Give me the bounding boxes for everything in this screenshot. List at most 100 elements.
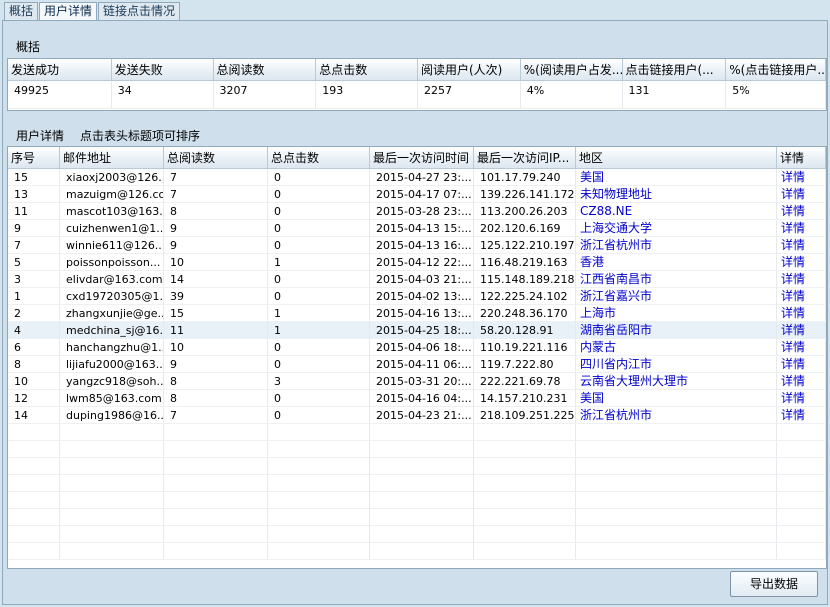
region-link[interactable]: 云南省大理州大理市 xyxy=(580,374,688,388)
region-link[interactable]: 美国 xyxy=(580,391,604,405)
table-row[interactable]: 11 mascot103@163.... 8 0 2015-03-28 23:... 11… xyxy=(8,203,826,220)
detail-link[interactable]: 详情 xyxy=(781,238,805,252)
detail-link[interactable]: 详情 xyxy=(781,357,805,371)
summary-header-row: 发送成功 发送失败 总阅读数 总点击数 阅读用户(人次) %(阅读用户占发... 点击链接用… xyxy=(8,59,826,81)
table-cell: 7 xyxy=(164,186,268,203)
table-row[interactable]: 13mazuigm@126.com702015-04-17 07:...139.… xyxy=(8,186,826,203)
table-row[interactable]: 10 yangzc918@soh... 8 3 2015-03-31 20:... 222… xyxy=(8,373,826,390)
details-header-cell[interactable]: 最后一次访问IP... xyxy=(474,147,576,169)
table-row[interactable]: 7 winnie611@126.... 9 0 2015-04-13 16:... 125… xyxy=(8,237,826,254)
detail-link[interactable]: 详情 xyxy=(781,272,805,286)
region-link[interactable]: 上海交通大学 xyxy=(580,221,652,235)
table-row[interactable]: 14 duping1986@16... 7 0 2015-04-23 21:... 218… xyxy=(8,407,826,424)
summary-header-cell[interactable]: %(点击链接用户... xyxy=(726,59,826,81)
table-cell: 10 xyxy=(164,339,268,356)
detail-link[interactable]: 详情 xyxy=(781,187,805,201)
table-row[interactable]: 3 elivdar@163.com 14 0 2015-04-03 21:... 115.… xyxy=(8,271,826,288)
summary-header-cell[interactable]: 总点击数 xyxy=(316,59,418,81)
tab-user-details[interactable]: 用户详情 xyxy=(39,2,98,20)
region-link[interactable]: 内蒙古 xyxy=(580,340,616,354)
region-link[interactable]: 美国 xyxy=(580,170,604,184)
table-row[interactable]: 15 xiaoxj2003@126.... 7 0 2015-04-27 23:... 1… xyxy=(8,169,826,186)
table-cell: 0 xyxy=(268,356,370,373)
details-header-cell[interactable]: 地区 xyxy=(576,147,777,169)
tab-link-clicks[interactable]: 链接点击情况 xyxy=(98,2,181,20)
table-cell xyxy=(164,526,268,543)
detail-link[interactable]: 详情 xyxy=(781,391,805,405)
details-header-cell[interactable]: 序号 xyxy=(8,147,60,169)
region-link[interactable]: CZ88.NE xyxy=(580,204,632,218)
table-cell: 2015-04-17 07:... xyxy=(370,186,474,203)
details-header-cell[interactable]: 最后一次访问时间 xyxy=(370,147,474,169)
region-link[interactable]: 浙江省杭州市 xyxy=(580,408,652,422)
region-link[interactable]: 湖南省岳阳市 xyxy=(580,323,652,337)
summary-header-cell[interactable]: 发送失败 xyxy=(111,59,214,81)
table-cell: 2015-04-02 13:... xyxy=(370,288,474,305)
tab-overview[interactable]: 概括 xyxy=(4,2,39,20)
table-cell xyxy=(8,492,60,509)
region-link[interactable]: 四川省内江市 xyxy=(580,357,652,371)
table-cell: CZ88.NE xyxy=(576,203,777,220)
table-cell: 58.20.128.91 xyxy=(474,322,576,339)
tab-bar: 概括 用户详情 链接点击情况 xyxy=(4,2,181,20)
summary-header-cell[interactable]: %(阅读用户占发... xyxy=(520,59,623,81)
details-header-cell[interactable]: 邮件地址 xyxy=(60,147,164,169)
table-cell xyxy=(777,458,826,475)
summary-header-cell[interactable]: 点击链接用户(... xyxy=(622,59,727,81)
table-cell: 9 xyxy=(8,220,60,237)
table-cell xyxy=(164,475,268,492)
table-cell xyxy=(474,475,576,492)
detail-link[interactable]: 详情 xyxy=(781,340,805,354)
details-header-cell[interactable]: 总点击数 xyxy=(268,147,370,169)
detail-link[interactable]: 详情 xyxy=(781,323,805,337)
region-link[interactable]: 香港 xyxy=(580,255,604,269)
detail-link[interactable]: 详情 xyxy=(781,374,805,388)
summary-header-cell[interactable]: 发送成功 xyxy=(8,59,112,81)
table-row[interactable]: 6 hanchangzhu@1... 10 0 2015-04-06 18:... 110… xyxy=(8,339,826,356)
detail-link[interactable]: 详情 xyxy=(781,221,805,235)
export-data-button[interactable]: 导出数据 xyxy=(730,571,818,597)
detail-link[interactable]: 详情 xyxy=(781,306,805,320)
table-cell xyxy=(60,424,164,441)
table-cell: 湖南省岳阳市 xyxy=(576,322,777,339)
region-link[interactable]: 未知物理地址 xyxy=(580,187,652,201)
details-header-cell[interactable]: 总阅读数 xyxy=(164,147,268,169)
detail-link[interactable]: 详情 xyxy=(781,289,805,303)
table-cell: 0 xyxy=(268,186,370,203)
summary-header-cell[interactable]: 总阅读数 xyxy=(213,59,317,81)
detail-link[interactable]: 详情 xyxy=(781,170,805,184)
table-cell: 3 xyxy=(8,271,60,288)
detail-link[interactable]: 详情 xyxy=(781,408,805,422)
table-cell xyxy=(60,543,164,560)
detail-link[interactable]: 详情 xyxy=(781,255,805,269)
detail-link[interactable]: 详情 xyxy=(781,204,805,218)
table-cell: 2015-04-16 13:... xyxy=(370,305,474,322)
table-row[interactable]: 9 cuizhenwen1@1... 9 0 2015-04-13 15:... 202.… xyxy=(8,220,826,237)
table-cell xyxy=(777,526,826,543)
details-header-cell[interactable]: 详情 xyxy=(777,147,826,169)
table-row[interactable]: 8 lijiafu2000@163.... 9 0 2015-04-11 06:... 1… xyxy=(8,356,826,373)
table-cell: 13 xyxy=(8,186,60,203)
table-row[interactable]: 2 zhangxunjie@ge... 15 1 2015-04-16 13:... 22… xyxy=(8,305,826,322)
table-cell: 详情 xyxy=(777,169,826,186)
region-link[interactable]: 江西省南昌市 xyxy=(580,272,652,286)
table-cell: 115.148.189.218 xyxy=(474,271,576,288)
region-link[interactable]: 浙江省嘉兴市 xyxy=(580,289,652,303)
table-row[interactable]: 1 cxd19720305@1... 39 0 2015-04-02 13:... 122… xyxy=(8,288,826,305)
table-row[interactable]: 5 poissonpoisson... 10 1 2015-04-12 22:... 11… xyxy=(8,254,826,271)
table-cell: 详情 xyxy=(777,390,826,407)
table-cell xyxy=(60,492,164,509)
table-cell xyxy=(8,475,60,492)
summary-value-cell: 193 xyxy=(316,81,418,109)
table-cell: 未知物理地址 xyxy=(576,186,777,203)
region-link[interactable]: 上海市 xyxy=(580,306,616,320)
table-cell: zhangxunjie@ge... xyxy=(60,305,164,322)
region-link[interactable]: 浙江省杭州市 xyxy=(580,238,652,252)
empty-row xyxy=(8,475,826,492)
table-row[interactable]: 12 lwm85@163.com 8 0 2015-04-16 04:... 14.157… xyxy=(8,390,826,407)
table-row[interactable]: 4 medchina_sj@16... 11 1 2015-04-25 18:... 58… xyxy=(8,322,826,339)
table-cell: 详情 xyxy=(777,322,826,339)
summary-header-cell[interactable]: 阅读用户(人次) xyxy=(418,59,521,81)
table-cell: 0 xyxy=(268,203,370,220)
table-cell: 3 xyxy=(268,373,370,390)
